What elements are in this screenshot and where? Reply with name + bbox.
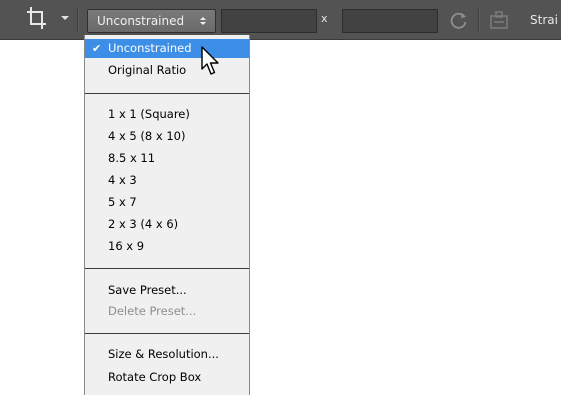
menu-item-label: Save Preset... (108, 283, 187, 297)
dimension-separator: x (321, 12, 328, 25)
height-field[interactable] (342, 9, 438, 33)
menu-item-rotate-crop-box[interactable]: Rotate Crop Box (85, 368, 249, 387)
aspect-ratio-select[interactable]: Unconstrained (87, 9, 216, 33)
menu-item-2x3[interactable]: 2 x 3 (4 x 6) (85, 215, 249, 234)
menu-separator (85, 93, 249, 94)
menu-separator (85, 333, 249, 334)
toolbar-divider (478, 8, 480, 32)
rotate-swap-icon[interactable] (449, 10, 469, 30)
menu-item-label: 2 x 3 (4 x 6) (108, 217, 179, 231)
crop-options-bar: Unconstrained x Strai (0, 0, 561, 40)
toolbar-divider (77, 8, 79, 32)
select-arrows-icon (200, 17, 206, 25)
straighten-label[interactable]: Strai (530, 13, 558, 27)
menu-item-label: Rotate Crop Box (108, 370, 202, 384)
menu-item-1x1[interactable]: 1 x 1 (Square) (85, 105, 249, 124)
menu-item-label: 1 x 1 (Square) (108, 107, 190, 121)
menu-item-16x9[interactable]: 16 x 9 (85, 237, 249, 256)
menu-item-save-preset[interactable]: Save Preset... (85, 281, 249, 300)
menu-item-label: 8.5 x 11 (108, 151, 156, 165)
crop-icon[interactable] (26, 5, 48, 31)
menu-item-5x7[interactable]: 5 x 7 (85, 193, 249, 212)
menu-item-8-5x11[interactable]: 8.5 x 11 (85, 149, 249, 168)
menu-item-label: Original Ratio (108, 63, 187, 77)
menu-item-label: Delete Preset... (108, 304, 197, 318)
menu-item-label: 4 x 5 (8 x 10) (108, 129, 186, 143)
aspect-ratio-select-value: Unconstrained (97, 14, 185, 28)
menu-item-4x3[interactable]: 4 x 3 (85, 171, 249, 190)
tool-preset-dropdown-icon[interactable] (60, 13, 70, 23)
menu-item-label: Size & Resolution... (108, 347, 219, 361)
menu-item-unconstrained[interactable]: ✔ Unconstrained (85, 39, 249, 58)
menu-item-4x5[interactable]: 4 x 5 (8 x 10) (85, 127, 249, 146)
mouse-pointer-icon (201, 46, 219, 75)
straighten-icon[interactable] (488, 10, 510, 30)
menu-item-size-resolution[interactable]: Size & Resolution... (85, 345, 249, 364)
menu-item-label: 16 x 9 (108, 239, 145, 253)
menu-separator (85, 268, 249, 269)
menu-item-label: Unconstrained (108, 41, 192, 55)
menu-item-original-ratio[interactable]: Original Ratio (85, 61, 249, 80)
menu-item-label: 4 x 3 (108, 173, 137, 187)
checkmark-icon: ✔ (92, 42, 102, 55)
menu-item-delete-preset: Delete Preset... (85, 302, 249, 321)
aspect-ratio-menu: ✔ Unconstrained Original Ratio 1 x 1 (Sq… (84, 35, 250, 395)
width-field[interactable] (221, 9, 317, 33)
menu-item-label: 5 x 7 (108, 195, 137, 209)
